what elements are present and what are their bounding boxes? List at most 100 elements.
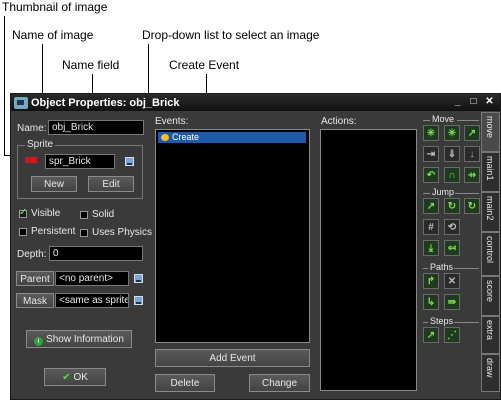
path-speed-icon[interactable]: ⇛ [444,294,460,310]
path-position-icon[interactable]: ↳ [423,294,439,310]
jump-section-label: Jump [432,187,455,197]
section-divider [454,268,479,269]
change-event-button[interactable]: Change [249,374,310,392]
speed-vertical-icon[interactable]: ⇓ [444,146,460,162]
section-divider [455,193,479,194]
wrap-screen-icon[interactable]: ⟲ [444,219,460,235]
move-to-contact-icon[interactable]: ⤓ [423,240,439,256]
tab-main1-label: main1 [485,156,495,181]
reverse-horizontal-icon[interactable]: ↶ [423,167,439,183]
name-label: Name: [17,123,47,134]
checkmark-icon: ✔ [62,372,71,383]
align-to-grid-icon[interactable]: # [423,219,439,235]
parent-menu-icon[interactable] [134,274,143,283]
set-gravity-icon[interactable]: ↓ [464,146,480,162]
events-list[interactable]: Create [155,129,310,343]
sprite-select[interactable]: spr_Brick [45,154,115,169]
move-fixed-icon[interactable]: ✳ [423,125,439,141]
name-field[interactable]: obj_Brick [48,120,144,135]
info-icon: i [34,337,44,346]
tab-main1[interactable]: main1 [481,152,500,192]
section-divider [423,193,430,194]
tab-extra[interactable]: extra [481,316,500,354]
jump-to-random-icon[interactable]: ↻ [464,198,480,214]
mask-field[interactable]: <same as sprite> [55,293,129,308]
mask-menu-icon[interactable] [134,296,143,305]
uses-physics-label: Uses Physics [92,227,153,238]
show-information-button[interactable]: i Show Information [26,330,132,348]
add-event-button[interactable]: Add Event [155,349,310,367]
events-header: Events: [155,116,189,127]
sprite-thumbnail [25,157,37,163]
tab-score[interactable]: score [481,276,500,316]
set-friction-icon[interactable]: ⇸ [464,167,480,183]
solid-label: Solid [92,209,115,220]
persistent-checkbox[interactable] [19,228,27,236]
section-divider [454,322,479,323]
callout-drop-down-list: Drop-down list to select an image [142,28,320,42]
title-bar: Object Properties: obj_Brick _ □ ✕ [11,94,500,111]
section-divider [457,120,479,121]
speed-horizontal-icon[interactable]: ⇥ [423,146,439,162]
section-divider [423,120,430,121]
callout-create-event: Create Event [169,58,240,72]
object-properties-window: Object Properties: obj_Brick _ □ ✕ Name:… [10,93,501,400]
delete-event-button[interactable]: Delete [155,374,215,392]
paths-section-label: Paths [430,262,454,272]
steps-section-label: Steps [430,316,454,326]
ok-label: OK [73,372,88,383]
lightbulb-icon [161,134,169,141]
tab-main2[interactable]: main2 [481,192,500,232]
move-section-label: Move [432,114,455,124]
move-free-icon[interactable]: ✳ [444,125,460,141]
actions-list[interactable] [320,129,417,391]
persistent-label: Persistent [31,226,76,237]
mask-button[interactable]: Mask [16,293,54,308]
close-button[interactable]: ✕ [483,96,496,108]
parent-field[interactable]: <no parent> [55,271,129,286]
reverse-vertical-icon[interactable]: ∩ [444,167,460,183]
parent-button[interactable]: Parent [16,271,54,286]
tab-move-label: move [485,116,495,139]
ok-button[interactable]: ✔ OK [44,368,106,386]
bounce-icon[interactable]: ⤆ [444,240,460,256]
event-item-label: Create [172,132,200,142]
sprite-menu-icon[interactable] [125,157,134,166]
callout-thumbnail-of-image: Thumbnail of image [2,0,108,14]
uses-physics-checkbox[interactable] [80,229,88,237]
minimize-button[interactable]: _ [451,96,464,108]
jump-to-start-icon[interactable]: ↻ [444,198,460,214]
window-title: Object Properties: obj_Brick [31,96,180,109]
tab-control[interactable]: control [481,232,500,276]
tab-control-label: control [485,236,495,264]
app-icon [14,96,28,109]
solid-checkbox[interactable] [80,211,88,219]
tab-draw-label: draw [485,358,495,378]
depth-label: Depth: [17,249,47,260]
tab-move[interactable]: move [481,112,500,152]
move-towards-icon[interactable]: ↗ [464,125,480,141]
tab-draw[interactable]: draw [481,354,500,392]
actions-header: Actions: [321,116,357,127]
step-towards-icon[interactable]: ↗ [423,327,439,343]
end-path-icon[interactable]: ✕ [444,273,460,289]
depth-field[interactable]: 0 [49,246,143,261]
tab-extra-label: extra [485,320,495,341]
set-path-icon[interactable]: ↱ [423,273,439,289]
tab-main2-label: main2 [485,196,495,221]
event-item-create[interactable]: Create [158,132,306,143]
step-avoiding-icon[interactable]: ⋰ [444,327,460,343]
visible-label: Visible [31,208,61,219]
callout-name-of-image: Name of image [12,28,94,42]
new-sprite-button[interactable]: New [31,176,77,192]
edit-sprite-button[interactable]: Edit [88,176,134,192]
jump-to-position-icon[interactable]: ↗ [423,198,439,214]
visible-checkbox[interactable] [19,207,27,218]
callout-name-field: Name field [62,58,120,72]
maximize-button[interactable]: □ [467,96,480,108]
section-divider [423,268,428,269]
callout-line [4,16,5,156]
tab-score-label: score [485,280,495,303]
sprite-group-label: Sprite [25,139,56,150]
show-information-label: Show Information [46,334,124,345]
